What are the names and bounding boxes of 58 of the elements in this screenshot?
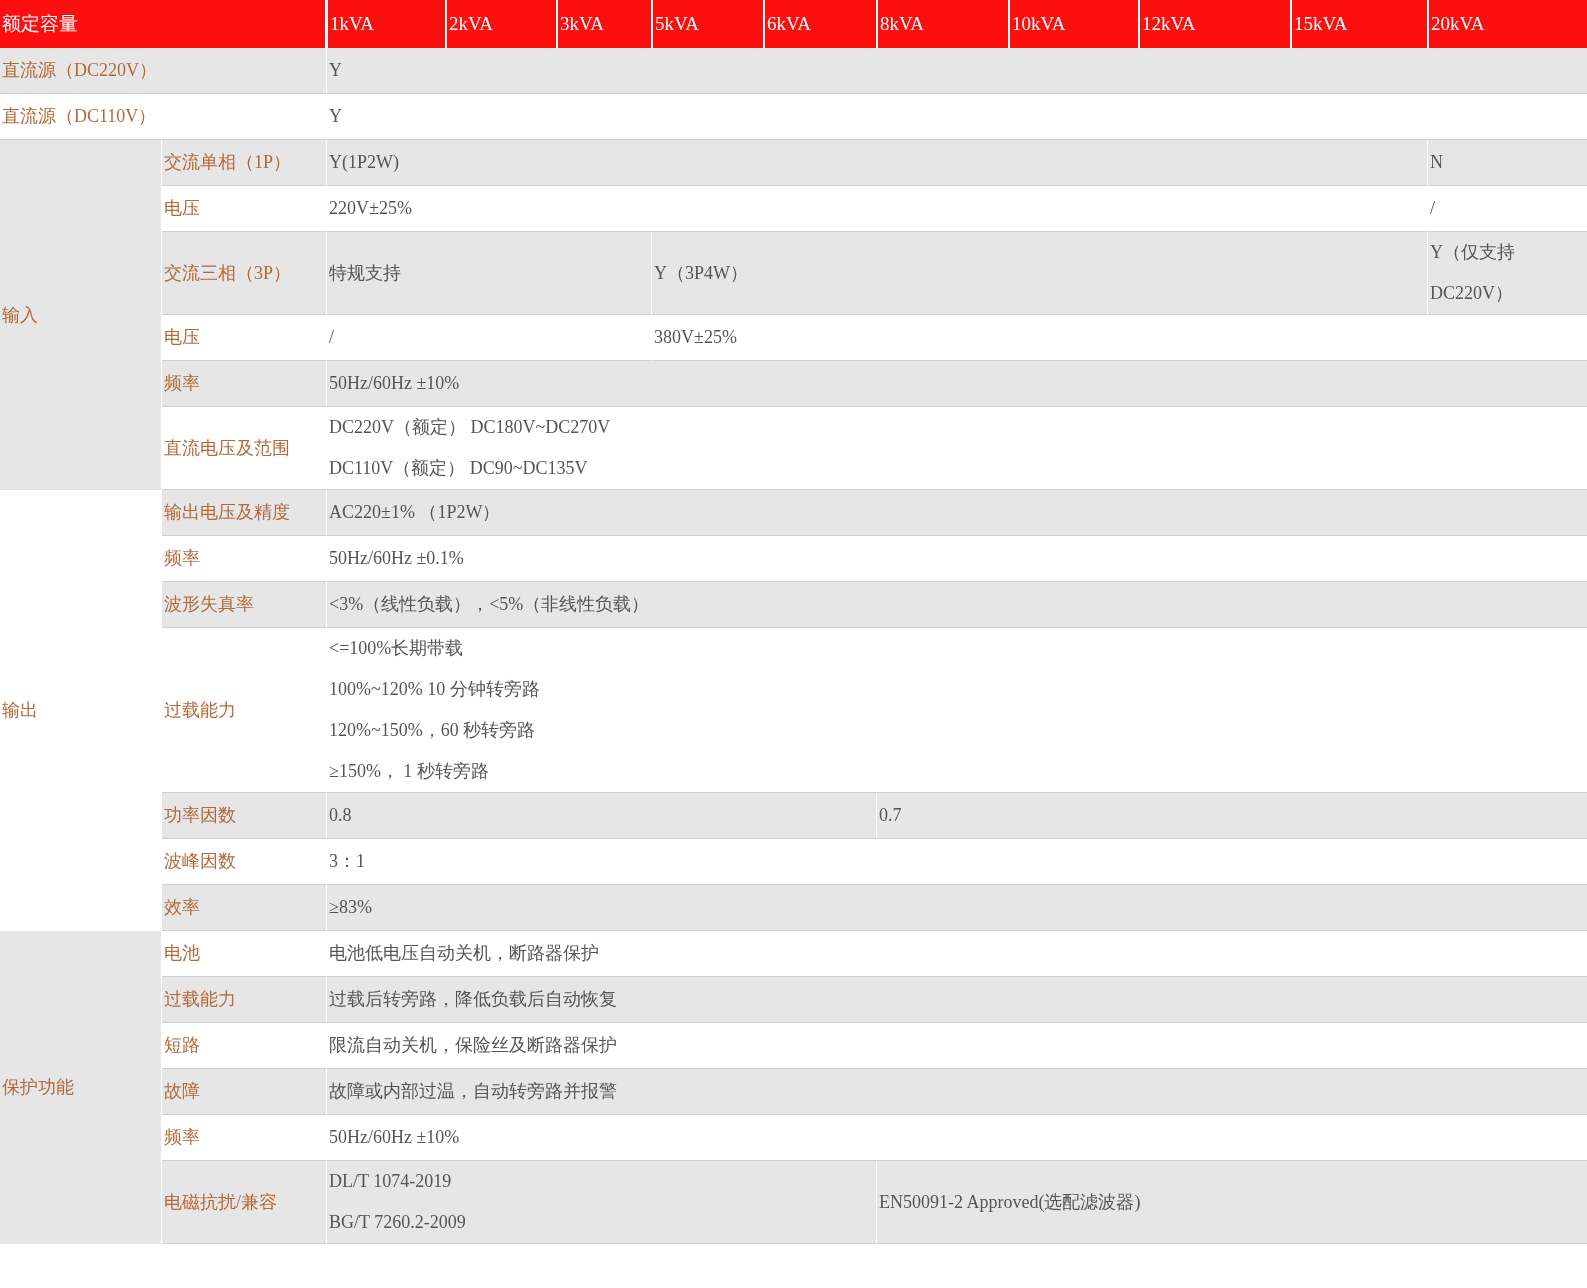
cell-text: DL/T 1074-2019 [329, 1170, 453, 1193]
cell-text: 3：1 [329, 850, 366, 873]
header-cell: 5kVA [651, 0, 763, 48]
cell-text: Y（仅支持 [1430, 241, 1516, 264]
row-label: 电磁抗扰/兼容 [162, 1161, 326, 1244]
cell-text: DC110V（额定） DC90~DC135V [329, 457, 589, 480]
header-cell: 20kVA [1427, 0, 1587, 48]
header-cell: 1kVA [326, 0, 445, 48]
group-label: 输入 [0, 140, 162, 490]
group-label: 保护功能 [0, 931, 162, 1244]
cell-text: 50Hz/60Hz ±10% [329, 1126, 461, 1149]
cell-text: 电池低电压自动关机，断路器保护 [329, 942, 600, 965]
header-cell: 额定容量 [0, 0, 326, 48]
row-label: 波形失真率 [162, 582, 326, 628]
header-cell: 12kVA [1138, 0, 1290, 48]
cell-text: 100%~120% 10 分钟转旁路 [329, 678, 541, 701]
header-cell: 3kVA [556, 0, 651, 48]
row-label: 过载能力 [162, 977, 326, 1023]
cell-text: N [1430, 151, 1444, 174]
header-cell: 2kVA [445, 0, 556, 48]
cell-text: 特规支持 [329, 261, 402, 285]
cell-text: 380V±25% [654, 326, 738, 349]
cell-text: 限流自动关机，保险丝及断路器保护 [329, 1034, 618, 1057]
row-label: 效率 [162, 885, 326, 931]
cell-text: <3%（线性负载），<5%（非线性负载） [329, 593, 651, 616]
row-label: 输出电压及精度 [162, 490, 326, 536]
cell-text: 0.8 [329, 804, 353, 827]
header-cell: 8kVA [876, 0, 1008, 48]
cell-text: 120%~150%，60 秒转旁路 [329, 719, 537, 742]
cell-text: BG/T 7260.2-2009 [329, 1211, 467, 1234]
row-label: 直流源（DC220V） [0, 48, 326, 94]
cell-text: / [329, 326, 335, 349]
cell-text: <=100%长期带载 [329, 637, 465, 660]
cell-text: AC220±1% （1P2W） [329, 501, 502, 524]
cell-text: ≥150%， 1 秒转旁路 [329, 760, 490, 783]
header-cell: 6kVA [763, 0, 876, 48]
cell-text: 过载后转旁路，降低负载后自动恢复 [329, 988, 618, 1011]
cell-text: 50Hz/60Hz ±10% [329, 372, 461, 395]
cell-text: Y（3P4W） [654, 261, 749, 285]
cell-text: 220V±25% [329, 197, 413, 220]
cell-text: / [1430, 197, 1436, 220]
cell-text: 故障或内部过温，自动转旁路并报警 [329, 1080, 618, 1103]
cell-text: Y(1P2W) [329, 151, 400, 174]
cell-text: Y [329, 59, 343, 82]
row-label: 功率因数 [162, 793, 326, 839]
cell-text: DC220V（额定） DC180V~DC270V [329, 416, 612, 439]
cell-text: DC220V） [1430, 282, 1514, 305]
row-label: 故障 [162, 1069, 326, 1115]
cell-text: EN50091-2 Approved(选配滤波器) [879, 1190, 1142, 1214]
row-label: 交流单相（1P） [162, 140, 326, 186]
cell-text: Y [329, 105, 343, 128]
cell-text: ≥83% [329, 896, 373, 919]
row-label: 频率 [162, 361, 326, 407]
header-cell: 15kVA [1290, 0, 1427, 48]
header-cell: 10kVA [1008, 0, 1138, 48]
cell-text: 0.7 [879, 804, 903, 827]
row-label: 交流三相（3P） [162, 232, 326, 315]
cell-text: 50Hz/60Hz ±0.1% [329, 547, 465, 570]
